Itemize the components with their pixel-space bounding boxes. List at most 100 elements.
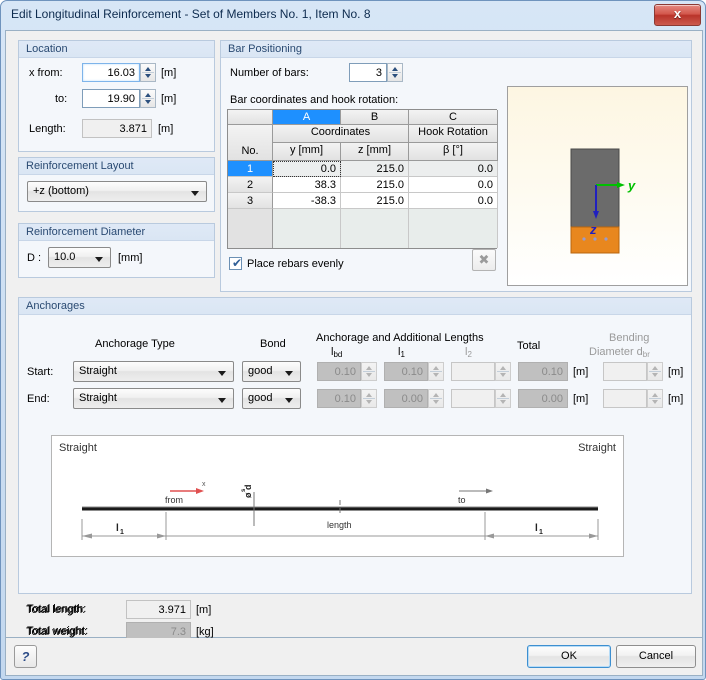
diagram-end-label: Straight [578, 442, 616, 454]
anchorage-end-type-select[interactable]: Straight [73, 388, 234, 409]
group-bar-positioning: Bar Positioning Number of bars: 3 Bar co… [220, 40, 692, 292]
svg-text:1: 1 [539, 529, 543, 536]
anchorage-end-label: End: [27, 393, 50, 405]
col-header-bending-line1: Bending [609, 332, 650, 344]
x-from-label: x from: [29, 67, 63, 79]
length-value: 3.871 [82, 119, 152, 138]
help-button[interactable]: ? [14, 645, 37, 668]
diameter-unit: [mm] [118, 252, 143, 264]
anchorage-end-dbr [603, 389, 647, 408]
col-header-l1: l1 [398, 346, 405, 359]
total-weight-label-main: Total weight: [26, 626, 88, 638]
help-icon: ? [21, 649, 30, 664]
anchorage-end-total: 0.00 [518, 389, 568, 408]
ok-button[interactable]: OK [527, 645, 611, 668]
place-rebars-evenly-checkbox[interactable]: ✔ [229, 256, 242, 270]
group-location-title: Location [19, 41, 214, 58]
table-cell-beta[interactable]: 0.0 [409, 161, 498, 177]
column-header-C[interactable]: C [409, 110, 498, 125]
svg-text:from: from [165, 495, 183, 505]
anchorage-start-type-select[interactable]: Straight [73, 361, 234, 382]
table-row-number[interactable]: 3 [228, 193, 273, 209]
table-cell-z[interactable]: 215.0 [341, 177, 409, 193]
column-header-A[interactable]: A [273, 110, 341, 125]
svg-text:to: to [458, 495, 466, 505]
x-from-spinner[interactable] [140, 63, 156, 82]
corner-header [228, 110, 273, 125]
group-reinforcement-layout: Reinforcement Layout +z (bottom) [18, 157, 215, 212]
to-input[interactable]: 19.90 [82, 89, 140, 108]
table-row-number[interactable]: 1 [228, 161, 273, 177]
table-caption: Bar coordinates and hook rotation: [230, 94, 399, 106]
to-label: to: [55, 93, 68, 105]
dialog-footer: ? OK Cancel [5, 638, 703, 676]
anchorage-end-bond-select[interactable]: good [242, 388, 301, 409]
column-subheader-beta: β [°] [409, 143, 498, 161]
cancel-button[interactable]: Cancel [616, 645, 696, 668]
chevron-down-icon [285, 371, 293, 376]
close-button[interactable]: x [654, 4, 701, 26]
place-rebars-evenly-row[interactable]: ✔ Place rebars evenly [229, 256, 429, 272]
anchorage-start-dbr [603, 362, 647, 381]
anchorage-end-total-unit: [m] [573, 393, 589, 405]
dialog-window: Edit Longitudinal Reinforcement - Set of… [0, 0, 706, 680]
table-empty-rowheader [228, 209, 273, 248]
delete-row-button[interactable]: ✖ [472, 249, 496, 271]
x-from-unit: [m] [161, 67, 177, 79]
x-from-input[interactable]: 16.03 [82, 63, 140, 82]
anchorage-end-type-value: Straight [79, 392, 117, 404]
column-group-hook-rotation: Hook Rotation [409, 125, 498, 143]
table-empty-cell [341, 209, 409, 248]
total-length-value: 3.971 [126, 600, 191, 619]
reinforcement-diameter-select[interactable]: 10.0 [48, 247, 111, 268]
total-length-unit: [m] [196, 604, 212, 616]
group-anchorages: Anchorages Anchorage Type Bond Anchorage… [18, 297, 692, 637]
reinforcement-layout-select[interactable]: +z (bottom) [27, 181, 207, 202]
anchorage-start-lbd: 0.10 [317, 362, 361, 381]
to-spinner[interactable] [140, 89, 156, 108]
group-diameter-title: Reinforcement Diameter [19, 224, 214, 241]
chevron-down-icon [218, 398, 226, 403]
table-cell-z[interactable]: 215.0 [341, 193, 409, 209]
group-location: Location x from: 16.03 [m] to: 19.90 [m]… [18, 40, 215, 152]
anchorage-start-l1: 0.10 [384, 362, 428, 381]
anchorage-end-bond-value: good [248, 392, 273, 404]
cross-section-drawing: y z [570, 148, 636, 254]
table-row-number[interactable]: 2 [228, 177, 273, 193]
anchorage-start-bond-select[interactable]: good [242, 361, 301, 382]
column-subheader-y: y [mm] [273, 143, 341, 161]
chevron-down-icon [95, 257, 103, 262]
group-reinforcement-diameter: Reinforcement Diameter D : 10.0 [mm] [18, 223, 215, 278]
table-cell-y[interactable]: 38.3 [273, 177, 341, 193]
table-cell-y[interactable]: 0.0 [273, 161, 341, 177]
close-icon: x [673, 6, 682, 21]
column-header-B[interactable]: B [341, 110, 409, 125]
rebar-diagram[interactable]: x from to ø d s length l 1 l 1 Straight … [51, 435, 624, 557]
svg-text:l: l [535, 523, 538, 534]
anchorage-end-l1: 0.00 [384, 389, 428, 408]
anchorage-end-dbr-unit: [m] [668, 393, 684, 405]
svg-text:x: x [202, 481, 206, 488]
col-header-lbd: lbd [331, 346, 343, 359]
title-bar: Edit Longitudinal Reinforcement - Set of… [1, 1, 705, 30]
group-layout-title: Reinforcement Layout [19, 158, 214, 175]
table-cell-beta[interactable]: 0.0 [409, 193, 498, 209]
table-cell-z[interactable]: 215.0 [341, 161, 409, 177]
col-header-bond: Bond [260, 338, 286, 350]
number-of-bars-input[interactable]: 3 [349, 63, 387, 82]
anchorage-start-dbr-spinner [647, 362, 663, 381]
rebar-drawing: x from to ø d s length l 1 l 1 [81, 481, 599, 540]
table-cell-beta[interactable]: 0.0 [409, 177, 498, 193]
bar-coordinates-table[interactable]: A B C No. Coordinates Hook Rotation y [m… [227, 109, 498, 249]
group-bar-positioning-title: Bar Positioning [221, 41, 691, 58]
anchorage-start-label: Start: [27, 366, 54, 378]
number-of-bars-spinner[interactable] [387, 63, 403, 82]
table-cell-y[interactable]: -38.3 [273, 193, 341, 209]
anchorage-start-dbr-unit: [m] [668, 366, 684, 378]
anchorage-end-l2-spinner [495, 389, 511, 408]
dialog-client-area: Location x from: 16.03 [m] to: 19.90 [m]… [5, 30, 703, 641]
anchorage-end-l2 [451, 389, 495, 408]
cross-section-preview[interactable]: y z [507, 86, 688, 286]
anchorage-end-l1-spinner [428, 389, 444, 408]
group-anchorages-title: Anchorages [19, 298, 691, 315]
